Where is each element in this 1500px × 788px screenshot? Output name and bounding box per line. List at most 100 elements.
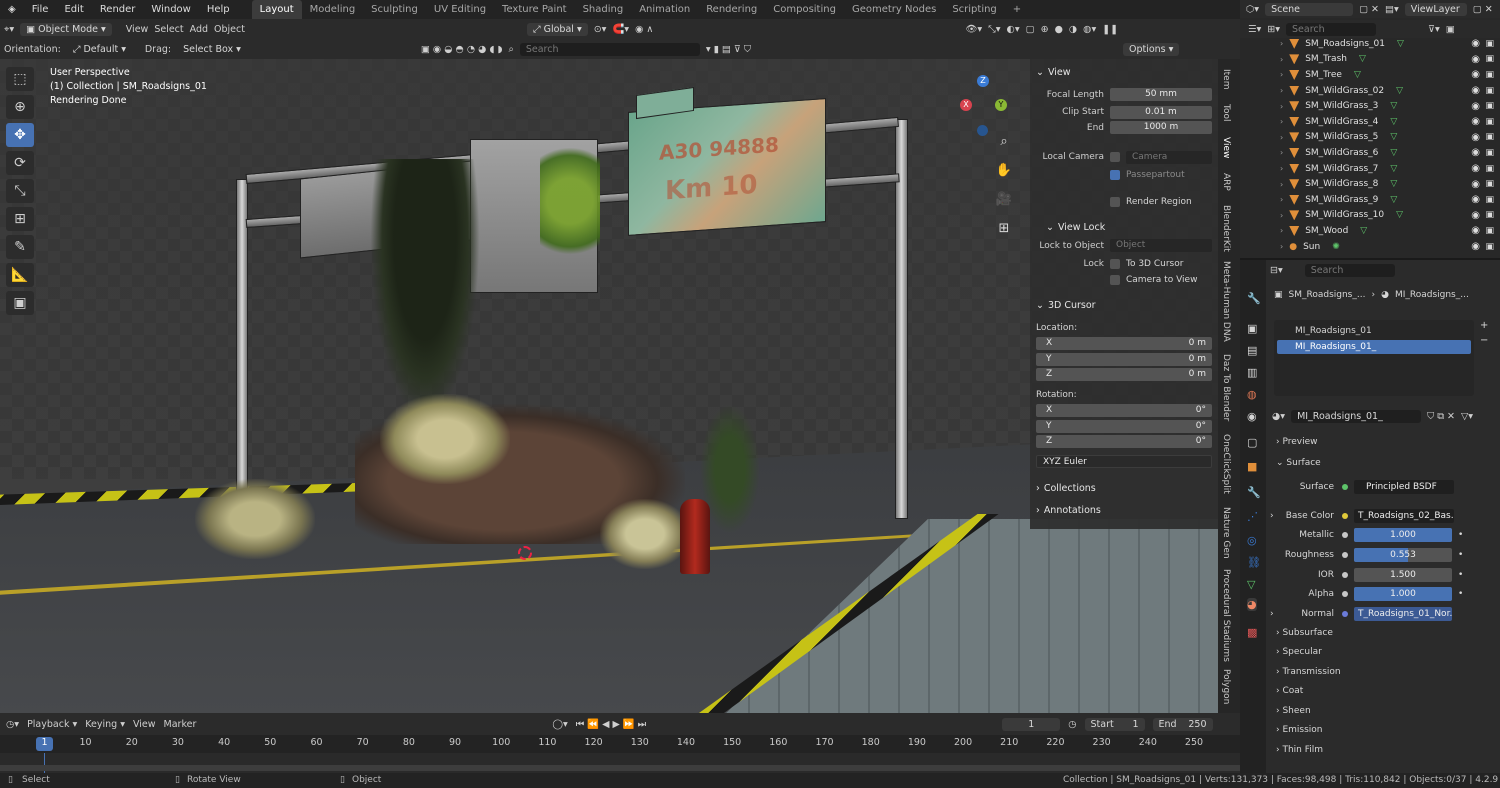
visibility-eye-icon[interactable]: ◉	[1471, 241, 1480, 252]
sidebar-tab-stadiums[interactable]: Procedural Stadiums	[1221, 569, 1231, 662]
viewlayer-selector[interactable]: ViewLayer	[1404, 2, 1467, 16]
render-camera-icon[interactable]: ▣	[1485, 242, 1494, 252]
normal-expand-icon[interactable]: ›	[1266, 609, 1278, 619]
xray-icon[interactable]: ▢	[1026, 24, 1035, 35]
gizmo-x-axis[interactable]: X	[960, 99, 972, 111]
visibility-eye-icon[interactable]: ◉	[1471, 210, 1480, 221]
tab-uv-editing[interactable]: UV Editing	[426, 0, 494, 19]
collection-tab-icon[interactable]: ▢	[1247, 436, 1257, 449]
frame-ruler[interactable]: 1 10 20 30 40 50 60 70 80 90 100 110 120 130 140 150 16…	[0, 735, 1240, 753]
tab-scripting[interactable]: Scripting	[944, 0, 1004, 19]
clip-end-field[interactable]: 1000 m	[1110, 121, 1212, 135]
render-camera-icon[interactable]: ▣	[1485, 164, 1494, 174]
expand-arrow-icon[interactable]: ›	[1280, 133, 1283, 142]
outliner-row[interactable]: › SM_Trash ▽ ◉ ▣	[1280, 52, 1498, 68]
constraints-tab-icon[interactable]: ⛓	[1247, 556, 1261, 569]
display-mode-icon[interactable]: ⊞▾	[1267, 24, 1280, 35]
pan-hand-icon[interactable]: ✋	[993, 163, 1015, 183]
gizmo-neg-z[interactable]	[977, 125, 988, 136]
tab-shading[interactable]: Shading	[575, 0, 632, 19]
roughness-slider[interactable]: 0.553	[1354, 548, 1452, 562]
outliner-editor-icon[interactable]: ☰▾	[1248, 24, 1261, 35]
expand-arrow-icon[interactable]: ›	[1280, 195, 1283, 204]
new-collection-icon[interactable]: ▣	[1446, 24, 1455, 35]
visibility-eye-icon[interactable]: ◉	[1471, 163, 1480, 174]
mesh-data-icon[interactable]: ▽	[1390, 179, 1397, 189]
shading-material-icon[interactable]: ◑	[1069, 24, 1077, 35]
tab-sculpting[interactable]: Sculpting	[363, 0, 426, 19]
sidebar-tab-polygon[interactable]: Polygon	[1221, 669, 1231, 704]
render-camera-icon[interactable]: ▣	[1485, 101, 1494, 111]
surface-shader-field[interactable]: Principled BSDF	[1354, 480, 1454, 494]
expand-arrow-icon[interactable]: ›	[1280, 70, 1283, 79]
material-browse-icon[interactable]: ◕▾	[1272, 411, 1285, 422]
gizmo-z-axis[interactable]: Z	[977, 75, 989, 87]
visibility-eye-icon[interactable]: ◉	[1471, 225, 1480, 236]
clip-start-field[interactable]: 0.01 m	[1110, 105, 1212, 119]
camera-view-icon[interactable]: 🎥	[993, 192, 1015, 212]
cursor-y-field[interactable]: Y 0 m	[1036, 352, 1212, 366]
proportional-edit-icon[interactable]: ◉ ∧	[635, 24, 653, 35]
3d-cursor-header[interactable]: ⌄ 3D Cursor	[1036, 297, 1212, 315]
view-layer-tab-icon[interactable]: ▥	[1247, 366, 1257, 379]
render-camera-icon[interactable]: ▣	[1485, 132, 1494, 142]
material-link-icon[interactable]: ▽▾	[1461, 411, 1473, 422]
measure-tool-icon[interactable]: 📐	[6, 263, 34, 287]
current-frame-field[interactable]: 1	[1002, 717, 1061, 731]
sidebar-tab-daz[interactable]: Daz To Blender	[1221, 354, 1231, 421]
alpha-keyframe-icon[interactable]: •	[1458, 589, 1463, 599]
mesh-data-icon[interactable]: ▽	[1390, 132, 1397, 142]
local-camera-checkbox[interactable]	[1110, 152, 1120, 163]
emission-section[interactable]: › Emission	[1276, 725, 1323, 735]
cursor-rz-field[interactable]: Z 0°	[1036, 435, 1212, 449]
sidebar-tab-tool[interactable]: Tool	[1221, 104, 1231, 121]
cursor-tool-icon[interactable]: ⊕	[6, 95, 34, 119]
tab-texture-paint[interactable]: Texture Paint	[494, 0, 575, 19]
camera-picker[interactable]: Camera	[1126, 150, 1212, 164]
collections-header[interactable]: › Collections	[1036, 479, 1212, 497]
ior-field[interactable]: 1.500	[1354, 568, 1452, 582]
material-slot-2[interactable]: MI_Roadsigns_01_	[1277, 340, 1471, 354]
viewlayer-new-icon[interactable]: ▢ ✕	[1473, 4, 1493, 15]
outliner-row[interactable]: › SM_WildGrass_3 ▽ ◉ ▣	[1280, 98, 1498, 114]
surface-section[interactable]: ⌄ Surface	[1276, 458, 1321, 468]
orientation-dropdown[interactable]: ⤢ Default ▾	[67, 43, 139, 56]
sidebar-tab-item[interactable]: Item	[1221, 69, 1231, 90]
mesh-data-icon[interactable]: ▽	[1354, 70, 1361, 80]
thin-film-section[interactable]: › Thin Film	[1276, 745, 1323, 755]
mesh-data-icon[interactable]: ▽	[1390, 117, 1397, 127]
shading-solid-icon[interactable]: ●	[1055, 24, 1063, 35]
scene-icon[interactable]: ⬡▾	[1246, 4, 1259, 15]
mesh-data-icon[interactable]: ▽	[1390, 195, 1397, 205]
timeline-view-menu[interactable]: View	[133, 719, 156, 730]
visibility-eye-icon[interactable]: ◉	[1471, 101, 1480, 112]
render-camera-icon[interactable]: ▣	[1485, 179, 1494, 189]
visibility-eye-icon[interactable]: ◉	[1471, 116, 1480, 127]
mesh-data-icon[interactable]: ▽	[1390, 101, 1397, 111]
playback-controls[interactable]: ⏮ ⏪ ◀ ▶ ⏩ ⏭	[576, 719, 646, 730]
annotate-tool-icon[interactable]: ✎	[6, 235, 34, 259]
move-tool-icon[interactable]: ✥	[6, 123, 34, 147]
expand-arrow-icon[interactable]: ›	[1280, 117, 1283, 126]
outliner-row[interactable]: › SM_WildGrass_10 ▽ ◉ ▣	[1280, 208, 1498, 224]
visibility-eye-icon[interactable]: ◉	[1471, 69, 1480, 80]
lock-object-picker[interactable]: Object	[1110, 239, 1212, 253]
view-filter-icons[interactable]: ▾ ▮ ▤ ⊽ ⛉	[706, 44, 751, 55]
output-tab-icon[interactable]: ▤	[1247, 344, 1257, 357]
menu-select[interactable]: Select	[154, 24, 183, 35]
tab-geometry-nodes[interactable]: Geometry Nodes	[844, 0, 944, 19]
start-frame-field[interactable]: Start 1	[1084, 717, 1145, 731]
render-camera-icon[interactable]: ▣	[1485, 195, 1494, 205]
sidebar-tab-arp[interactable]: ARP	[1221, 173, 1231, 191]
tab-layout[interactable]: Layout	[251, 0, 302, 19]
transform-orientation-dropdown[interactable]: ⤢ Global ▾	[526, 22, 588, 36]
viewlayer-icon[interactable]: ▤▾	[1385, 4, 1399, 15]
remove-slot-icon[interactable]: −	[1480, 335, 1488, 346]
options-dropdown[interactable]: Options ▾	[1122, 42, 1180, 56]
visibility-icon[interactable]: 👁▾	[965, 24, 982, 35]
menu-help[interactable]: Help	[199, 4, 238, 15]
shading-wireframe-icon[interactable]: ⊕	[1041, 24, 1049, 35]
visibility-eye-icon[interactable]: ◉	[1471, 85, 1480, 96]
visibility-eye-icon[interactable]: ◉	[1471, 179, 1480, 190]
tab-modeling[interactable]: Modeling	[302, 0, 364, 19]
